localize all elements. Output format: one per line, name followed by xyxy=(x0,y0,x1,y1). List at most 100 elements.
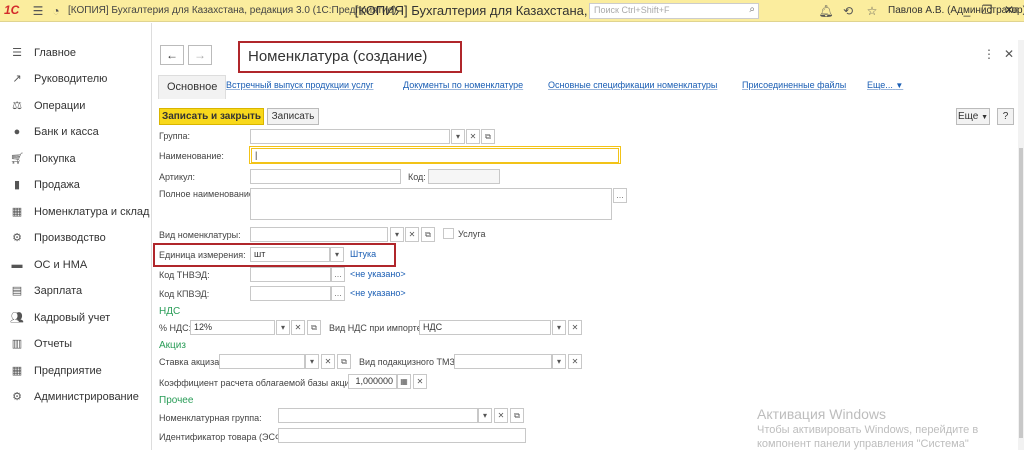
kpved-input[interactable] xyxy=(250,286,331,301)
calculator-icon[interactable]: ▦ xyxy=(397,374,411,389)
notifications-icon[interactable]: 🔔︎ xyxy=(818,3,834,19)
dropdown-icon[interactable]: ▾ xyxy=(305,354,319,369)
sidebar-item-label: Номенклатура и склад xyxy=(34,206,150,218)
dropdown-icon[interactable]: ▾ xyxy=(478,408,492,423)
dropdown-icon[interactable]: ▾ xyxy=(552,320,566,335)
kpved-link[interactable]: <не указано> xyxy=(350,288,406,298)
open-icon[interactable]: ⧉ xyxy=(307,320,321,335)
bell-icon[interactable]: ◔ xyxy=(48,3,64,19)
excise-tmz-input[interactable] xyxy=(454,354,552,369)
sidebar-item-hr[interactable]: 👥︎ Кадровый учет xyxy=(0,305,150,331)
back-button[interactable]: ← xyxy=(160,45,184,65)
excise-coef-label: Коэффициент расчета облагаемой базы акци… xyxy=(159,378,362,388)
bank-icon: ● xyxy=(13,126,21,138)
sidebar-item-label: Продажа xyxy=(34,179,80,191)
clear-icon[interactable]: ✕ xyxy=(568,354,582,369)
nds-import-input[interactable]: НДС xyxy=(419,320,551,335)
service-checkbox[interactable] xyxy=(443,228,454,239)
open-icon[interactable]: ⧉ xyxy=(481,129,495,144)
more-options-icon[interactable]: ⋮ xyxy=(983,47,995,61)
open-icon[interactable]: ⧉ xyxy=(337,354,351,369)
menu-icon[interactable]: ☰ xyxy=(30,3,46,19)
nds-rate-label: % НДС: xyxy=(159,323,192,333)
sidebar-item-operations[interactable]: ⚖ Операции xyxy=(0,93,150,119)
select-icon[interactable]: … xyxy=(331,267,345,282)
sidebar-item-main[interactable]: ☰ Главное xyxy=(0,40,150,66)
sidebar-item-reports[interactable]: ▥ Отчеты xyxy=(0,331,150,357)
unit-input[interactable]: шт xyxy=(250,247,330,262)
kind-label: Вид номенклатуры: xyxy=(159,230,241,240)
clear-icon[interactable]: ✕ xyxy=(568,320,582,335)
tab-specifications[interactable]: Основные спецификации номенклатуры xyxy=(548,80,717,90)
clear-icon[interactable]: ✕ xyxy=(494,408,508,423)
close-form-icon[interactable]: ✕ xyxy=(1004,47,1014,61)
chevron-down-icon: ▼ xyxy=(981,114,989,121)
sidebar-item-sale[interactable]: ▮ Продажа xyxy=(0,172,150,198)
full-name-label: Полное наименование: xyxy=(159,189,257,199)
group-input[interactable] xyxy=(250,129,450,144)
windows-activation-title: Активация Windows xyxy=(757,406,887,422)
full-name-input[interactable] xyxy=(250,188,612,220)
clear-icon[interactable]: ✕ xyxy=(291,320,305,335)
save-and-close-button[interactable]: Записать и закрыть xyxy=(159,108,264,125)
dropdown-icon[interactable]: ▾ xyxy=(330,247,344,262)
sidebar-item-label: Покупка xyxy=(34,153,76,165)
dropdown-icon[interactable]: ▾ xyxy=(552,354,566,369)
code-input[interactable] xyxy=(428,169,500,184)
sidebar-item-purchase[interactable]: 🛒︎ Покупка xyxy=(0,146,150,172)
esf-id-input[interactable] xyxy=(278,428,526,443)
search-icon[interactable]: ⌕ xyxy=(749,4,755,15)
clear-icon[interactable]: ✕ xyxy=(405,227,419,242)
windows-activation-line3: компонент панели управления "Система" xyxy=(757,438,969,450)
more-button[interactable]: Еще ▼ xyxy=(956,108,990,125)
full-name-edit-icon[interactable]: … xyxy=(613,188,627,203)
excise-rate-input[interactable] xyxy=(219,354,305,369)
nds-rate-input[interactable]: 12% xyxy=(190,320,275,335)
people-icon: 👥︎ xyxy=(10,312,24,324)
forward-button[interactable]: → xyxy=(188,45,212,65)
sidebar-item-manager[interactable]: ↗ Руководителю xyxy=(0,66,150,92)
sidebar-item-salary[interactable]: ▤ Зарплата xyxy=(0,278,150,304)
dropdown-icon[interactable]: ▾ xyxy=(390,227,404,242)
dropdown-icon[interactable]: ▾ xyxy=(451,129,465,144)
tab-more[interactable]: Еще... ▼ xyxy=(867,80,903,90)
favorites-icon[interactable]: ☆ xyxy=(864,3,880,19)
scrollbar-thumb[interactable] xyxy=(1019,148,1023,438)
name-input[interactable]: | xyxy=(251,148,619,163)
dropdown-icon[interactable]: ▾ xyxy=(276,320,290,335)
restore-button[interactable]: ❐ xyxy=(976,0,998,22)
sidebar-item-fixed-assets[interactable]: ▬ ОС и НМА xyxy=(0,252,150,278)
select-icon[interactable]: … xyxy=(331,286,345,301)
tab-counter-output[interactable]: Встречный выпуск продукции услуг xyxy=(226,80,373,90)
sidebar-item-production[interactable]: ⚙ Производство xyxy=(0,225,150,251)
chart-icon: ↗ xyxy=(12,73,22,85)
help-button[interactable]: ? xyxy=(997,108,1014,125)
unit-link[interactable]: Штука xyxy=(350,249,376,259)
open-icon[interactable]: ⧉ xyxy=(421,227,435,242)
tab-main[interactable]: Основное xyxy=(158,75,227,99)
search-input[interactable]: Поиск Ctrl+Shift+F ⌕ xyxy=(589,3,759,19)
nom-group-input[interactable] xyxy=(278,408,478,423)
tab-documents[interactable]: Документы по номенклатуре xyxy=(403,80,523,90)
excise-coef-input[interactable]: 1,000000 xyxy=(348,374,397,389)
excise-tmz-label: Вид подакцизного ТМЗ: xyxy=(359,357,458,367)
history-icon[interactable]: ⟲ xyxy=(840,3,856,19)
tab-attached-files[interactable]: Присоединенные файлы xyxy=(742,80,846,90)
save-button[interactable]: Записать xyxy=(267,108,319,125)
tnved-link[interactable]: <не указано> xyxy=(350,269,406,279)
sidebar-item-bank[interactable]: ● Банк и касса xyxy=(0,119,150,145)
clear-icon[interactable]: ✕ xyxy=(466,129,480,144)
kind-input[interactable] xyxy=(250,227,388,242)
minimize-button[interactable]: _ xyxy=(956,0,978,22)
tab-more-label: Еще... xyxy=(867,80,893,90)
sidebar-item-nomenclature[interactable]: ▦ Номенклатура и склад xyxy=(0,199,150,225)
sidebar-item-admin[interactable]: ⚙ Администрирование xyxy=(0,384,150,410)
clear-icon[interactable]: ✕ xyxy=(413,374,427,389)
clear-icon[interactable]: ✕ xyxy=(321,354,335,369)
tnved-input[interactable] xyxy=(250,267,331,282)
open-icon[interactable]: ⧉ xyxy=(510,408,524,423)
sidebar: ☰ Главное ↗ Руководителю ⚖ Операции ● Банк и… xyxy=(0,23,152,450)
article-input[interactable] xyxy=(250,169,401,184)
close-window-button[interactable]: ✕ xyxy=(998,0,1020,22)
sidebar-item-enterprise[interactable]: ▦ Предприятие xyxy=(0,358,150,384)
